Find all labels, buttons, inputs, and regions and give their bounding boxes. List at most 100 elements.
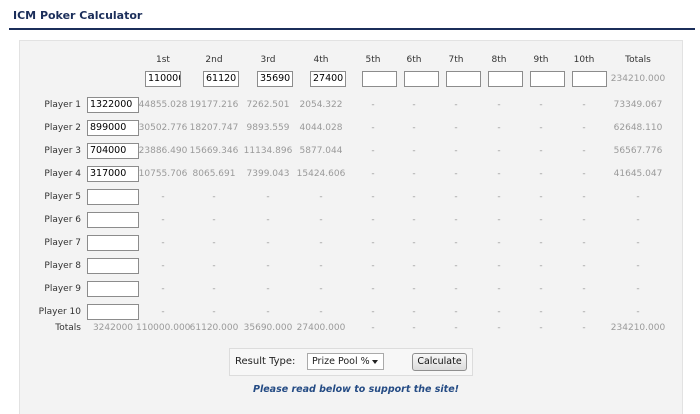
stack-input[interactable] [87,281,139,297]
result-type-select[interactable]: Prize Pool % [307,353,384,370]
player-total: - [636,307,640,317]
player-total: - [636,238,640,248]
result-options-bar: Result Type: Prize Pool % Calculate [229,348,473,376]
result-type-value: Prize Pool % [312,356,370,367]
icm-value: - [266,261,270,271]
place-header: 2nd [205,55,223,65]
place-header: 3rd [260,55,276,65]
icm-value: - [212,192,216,202]
stack-input[interactable] [87,212,139,228]
player-total: - [636,261,640,271]
icm-value: - [161,215,165,225]
icm-value: - [582,100,586,110]
stack-input[interactable]: 899000 [87,120,139,136]
icm-value: 10755.706 [138,169,188,179]
player-label: Player 5 [44,192,81,202]
icm-value: - [582,192,586,202]
icm-value: 15424.606 [296,169,346,179]
player-total: - [636,215,640,225]
place-header: 1st [156,55,170,65]
icm-value: - [161,192,165,202]
icm-value: - [319,192,323,202]
payout-total: 234210.000 [610,74,666,84]
payout-input[interactable]: 110000 [145,71,181,87]
payout-input[interactable]: 35690 [257,71,293,87]
stack-input[interactable]: 1322000 [87,97,139,113]
payout-input[interactable] [404,71,439,87]
icm-value: 23886.490 [138,146,188,156]
icm-value: - [266,284,270,294]
totals-row-label: Totals [55,323,81,333]
player-total: - [636,192,640,202]
place-total: 35690.000 [243,323,293,333]
payout-input[interactable] [362,71,397,87]
icm-value: - [582,307,586,317]
stack-input[interactable] [87,235,139,251]
icm-value: 30502.776 [138,123,188,133]
player-total: 62648.110 [613,123,663,133]
player-label: Player 8 [44,261,81,271]
icm-value: - [161,307,165,317]
stack-input[interactable]: 317000 [87,166,139,182]
icm-value: - [582,123,586,133]
icm-value: - [212,215,216,225]
stack-input[interactable] [87,258,139,274]
player-label: Player 6 [44,215,81,225]
stack-total: 3242000 [92,323,134,333]
icm-value: 44855.028 [138,100,188,110]
stack-input[interactable] [87,304,139,320]
player-label: Player 7 [44,238,81,248]
player-total: 41645.047 [613,169,663,179]
player-label: Player 4 [44,169,81,179]
icm-value: - [266,192,270,202]
player-label: Player 1 [44,100,81,110]
totals-header: Totals [625,55,651,65]
icm-value: 5877.044 [299,146,343,156]
payout-input[interactable]: 27400 [310,71,346,87]
payout-input[interactable] [446,71,481,87]
icm-value: - [212,284,216,294]
icm-value: - [319,238,323,248]
payout-input[interactable] [572,71,607,87]
player-label: Player 3 [44,146,81,156]
icm-value: - [582,284,586,294]
player-total: 56567.776 [613,146,663,156]
icm-value: - [266,215,270,225]
payout-input[interactable] [488,71,523,87]
place-total: 27400.000 [296,323,346,333]
icm-value: 9893.559 [246,123,290,133]
icm-value: - [212,238,216,248]
stack-input[interactable] [87,189,139,205]
icm-value: 4044.028 [299,123,343,133]
place-total: - [582,323,586,333]
icm-value: 7399.043 [246,169,290,179]
calculate-button[interactable]: Calculate [412,353,467,371]
icm-value: - [582,146,586,156]
stack-input[interactable]: 704000 [87,143,139,159]
grand-total: 234210.000 [610,323,666,333]
payout-input[interactable]: 61120 [203,71,239,87]
icm-value: - [212,307,216,317]
icm-value: - [212,261,216,271]
icm-value: 15669.346 [189,146,239,156]
icm-value: 8065.691 [192,169,236,179]
icm-value: 11134.896 [243,146,293,156]
icm-value: 7262.501 [246,100,290,110]
place-header: 4th [313,55,329,65]
icm-value: - [319,284,323,294]
player-total: - [636,284,640,294]
icm-value: 19177.216 [189,100,239,110]
icm-value: - [266,307,270,317]
icm-value: - [161,261,165,271]
icm-value: - [582,261,586,271]
place-header: 10th [573,55,595,65]
result-type-label: Result Type: [235,356,296,367]
dropdown-arrow-icon [372,360,378,364]
icm-value: 2054.322 [299,100,343,110]
icm-value: - [582,238,586,248]
player-label: Player 2 [44,123,81,133]
icm-value: - [319,261,323,271]
payout-input[interactable] [530,71,565,87]
icm-value: - [582,215,586,225]
icm-value: - [319,307,323,317]
